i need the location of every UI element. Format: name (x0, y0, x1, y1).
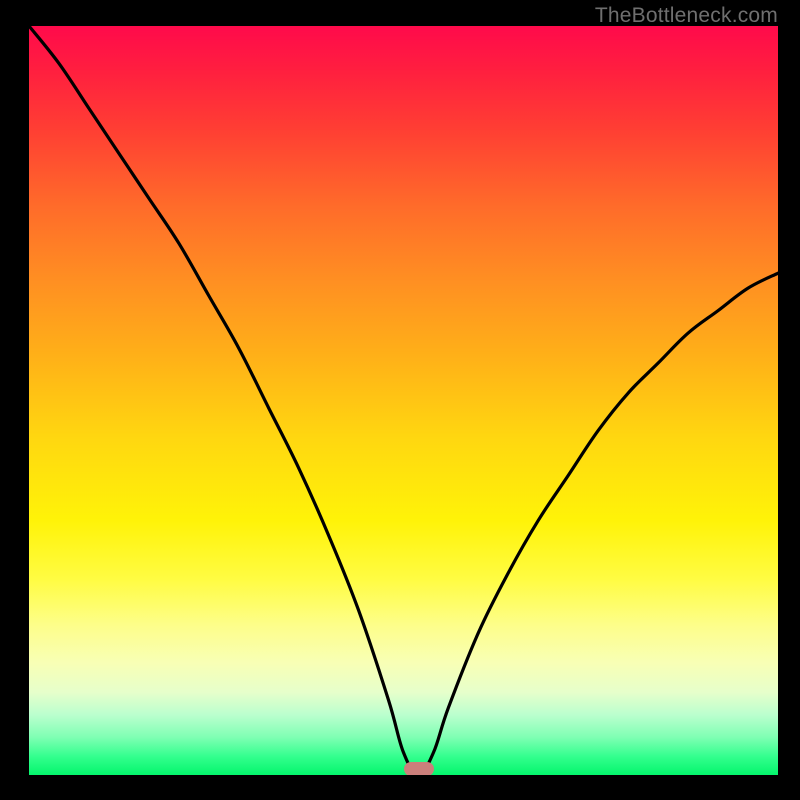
watermark-label: TheBottleneck.com (595, 4, 778, 28)
bottleneck-curve (29, 26, 778, 775)
plot-area (29, 26, 778, 775)
optimal-marker (404, 762, 434, 775)
chart-frame: TheBottleneck.com (0, 0, 800, 800)
